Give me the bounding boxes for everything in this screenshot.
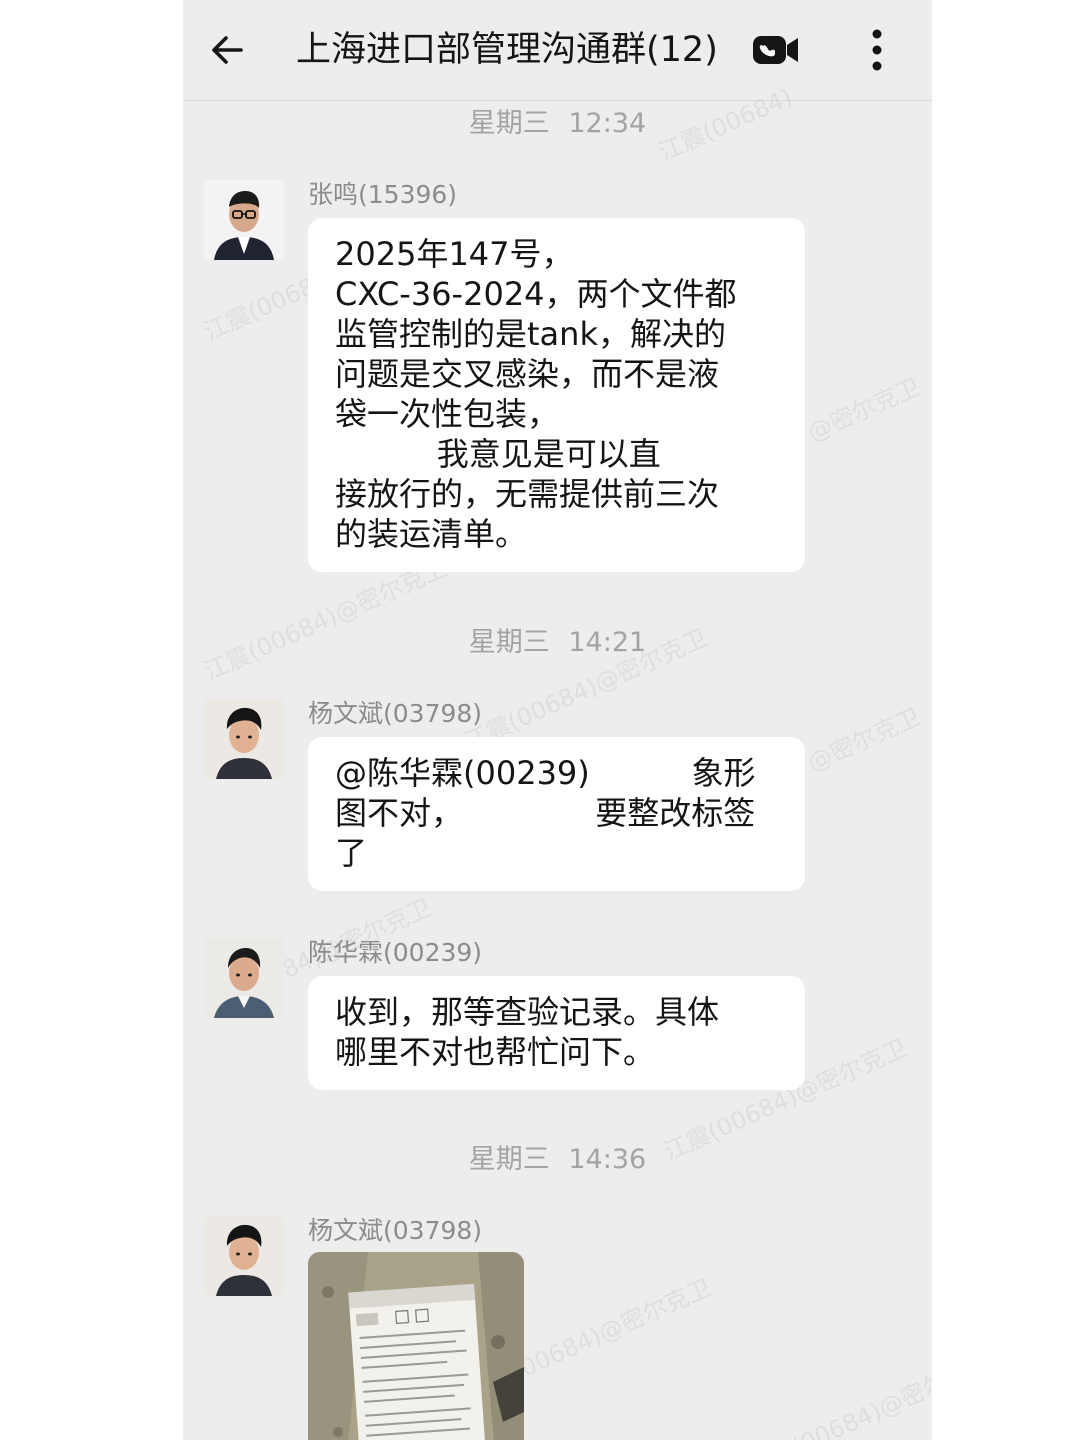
timestamp: 星期三 12:34 xyxy=(468,108,647,139)
message-line: CXC-36-2024，两个文件都 xyxy=(335,275,737,313)
message-bubble[interactable]: 收到，那等查验记录。具体 哪里不对也帮忙问下。 xyxy=(308,976,805,1090)
sender-name: 陈华霖(00239) xyxy=(308,938,483,967)
more-options-button[interactable] xyxy=(859,26,895,74)
avatar[interactable] xyxy=(204,938,284,1018)
avatar[interactable] xyxy=(204,180,284,260)
message-line: 我意见是可以直 xyxy=(335,435,661,473)
message-line: 监管控制的是tank，解决的 xyxy=(335,315,726,353)
message-line: 收到，那等查验记录。具体 xyxy=(335,993,720,1031)
sender-name: 张鸣(15396) xyxy=(308,180,458,209)
watermark: (00684)@密尔克卫 xyxy=(787,1348,932,1440)
more-vertical-icon xyxy=(872,29,882,71)
video-call-icon xyxy=(753,36,798,64)
avatar-photo-icon xyxy=(204,180,284,260)
label-photo xyxy=(308,1252,524,1440)
message-line: 的装运清单。 xyxy=(335,515,528,553)
message-line: 2025年147号， xyxy=(335,235,574,273)
message-line: 图不对， 要整改标签 xyxy=(335,794,756,832)
message-line: 了 xyxy=(335,834,368,872)
avatar-photo-icon xyxy=(204,1216,284,1296)
avatar-photo-icon xyxy=(204,699,284,779)
back-button[interactable] xyxy=(205,28,249,72)
watermark: @密尔克卫 xyxy=(803,702,925,777)
message-line: 袋一次性包装， xyxy=(335,395,560,433)
message-line: 接放行的，无需提供前三次 xyxy=(335,475,720,513)
timestamp: 星期三 14:36 xyxy=(468,1144,647,1175)
sender-name: 杨文斌(03798) xyxy=(308,1216,483,1245)
sender-name: 杨文斌(03798) xyxy=(308,699,483,728)
message-line: @陈华霖(00239) 象形 xyxy=(335,754,756,792)
avatar[interactable] xyxy=(204,1216,284,1296)
video-call-button[interactable] xyxy=(751,30,801,70)
message-bubble[interactable]: 2025年147号， CXC-36-2024，两个文件都 监管控制的是tank，… xyxy=(308,218,805,572)
avatar[interactable] xyxy=(204,699,284,779)
group-title: 上海进口部管理沟通群(12) xyxy=(296,30,718,70)
message-bubble[interactable]: @陈华霖(00239) 象形 图不对， 要整改标签 了 xyxy=(308,737,805,891)
image-message[interactable] xyxy=(308,1252,524,1440)
message-line: 问题是交叉感染，而不是液 xyxy=(335,355,720,393)
avatar-photo-icon xyxy=(204,938,284,1018)
chat-screen: 上海进口部管理沟通群(12) 江震(00684) 江震(00684)@密尔克卫 … xyxy=(183,0,932,1440)
watermark: (00684)@密尔克卫 xyxy=(507,1273,716,1387)
message-line: 哪里不对也帮忙问下。 xyxy=(335,1033,656,1071)
timestamp: 星期三 14:21 xyxy=(468,627,647,658)
chat-header: 上海进口部管理沟通群(12) xyxy=(183,0,932,101)
watermark: @密尔克卫 xyxy=(803,372,925,447)
arrow-left-icon xyxy=(212,36,243,64)
